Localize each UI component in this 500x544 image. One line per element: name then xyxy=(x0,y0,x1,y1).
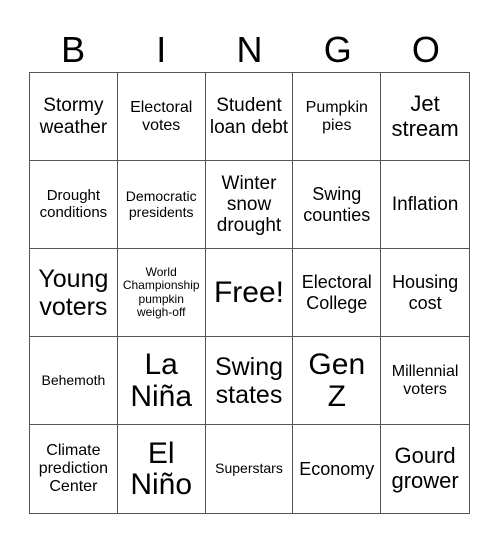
bingo-cell[interactable]: Swing states xyxy=(205,337,294,425)
bingo-cell[interactable]: Electoral College xyxy=(293,249,382,337)
header-letter-b: B xyxy=(61,29,86,70)
bingo-cell[interactable]: Climate prediction Center xyxy=(30,425,118,513)
bingo-cell[interactable]: El Niño xyxy=(118,425,206,513)
bingo-cell[interactable]: Superstars xyxy=(206,425,294,513)
bingo-cell[interactable]: Swing counties xyxy=(293,161,382,249)
bingo-cell[interactable]: World Championship pumpkin weigh-off xyxy=(117,249,206,337)
bingo-cell[interactable]: Gen Z xyxy=(293,337,382,425)
bingo-cell[interactable]: Behemoth xyxy=(30,337,118,425)
header-letter-g: G xyxy=(323,29,352,70)
bingo-cell[interactable]: Jet stream xyxy=(381,73,469,161)
bingo-cell[interactable]: Drought conditions xyxy=(30,161,118,249)
bingo-cell[interactable]: Inflation xyxy=(381,161,469,249)
bingo-cell[interactable]: Student loan debt xyxy=(205,73,294,161)
bingo-cell[interactable]: Stormy weather xyxy=(30,73,118,161)
bingo-cell[interactable]: Economy xyxy=(293,425,382,513)
free-space[interactable]: Free! xyxy=(205,249,294,337)
header-letter-o: O xyxy=(411,29,440,70)
bingo-cell[interactable]: Winter snow drought xyxy=(205,161,294,249)
bingo-cell[interactable]: Democratic presidents xyxy=(117,161,206,249)
bingo-cell[interactable]: Pumpkin pies xyxy=(293,73,382,161)
bingo-cell[interactable]: La Niña xyxy=(117,337,206,425)
bingo-header: B I N G O xyxy=(29,30,470,70)
bingo-cell[interactable]: Electoral votes xyxy=(117,73,206,161)
header-letter-i: I xyxy=(156,29,167,70)
bingo-cell[interactable]: Housing cost xyxy=(381,249,469,337)
bingo-cell[interactable]: Gourd grower xyxy=(381,425,469,513)
bingo-grid: Stormy weather Electoral votes Student l… xyxy=(29,72,470,514)
bingo-cell[interactable]: Millennial voters xyxy=(381,337,469,425)
bingo-cell[interactable]: Young voters xyxy=(30,249,118,337)
header-letter-n: N xyxy=(236,29,263,70)
